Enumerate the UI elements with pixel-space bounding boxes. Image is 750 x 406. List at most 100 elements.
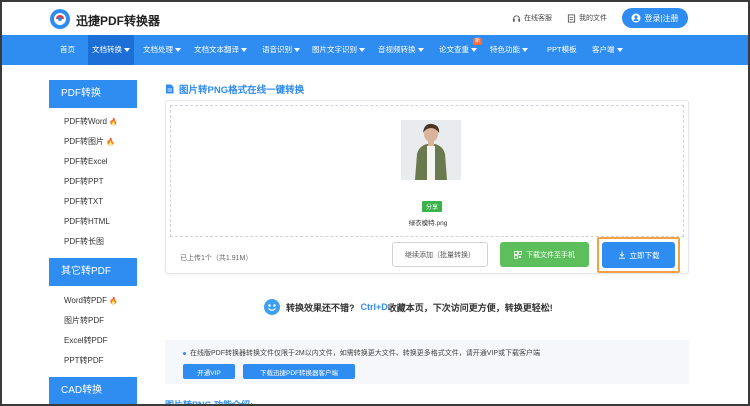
main-nav: 首页 文档转换 文档处理 文档文本翻译 语音识别 图片文字识别 音视频转换 论文… [2,35,748,65]
nav-label: 文档转换 [92,45,122,54]
sidebar-item-label: PDF转HTML [64,217,110,226]
nav-item-translate[interactable]: 文档文本翻译 [194,35,247,65]
sidebar-item-image-to-pdf[interactable]: 图片转PDF [64,315,104,326]
chevron-down-icon [417,48,424,53]
nav-label: 首页 [60,45,75,54]
sidebar-item-ppt-to-pdf[interactable]: PPT转PDF [64,355,104,366]
smiley-icon [264,299,280,315]
download-now-label: 立即下载 [629,250,660,260]
nav-item-ocr[interactable]: 图片文字识别 [312,35,365,65]
sidebar-item-label: PPT转PDF [64,356,104,365]
sidebar-item-label: PDF转图片 [64,137,104,146]
nav-item-ppt[interactable]: PPT模板 [547,35,577,65]
sidebar-section-pdf-convert[interactable]: PDF转换 [49,80,137,108]
continue-add-label: 继续添加（批量转换） [405,251,475,259]
download-to-phone-label: 下载文件至手机 [526,251,575,259]
download-icon [618,251,625,259]
page-title-text: 图片转PNG格式在线一键转换 [179,85,305,96]
chevron-down-icon [359,48,365,53]
nav-item-client[interactable]: 客户端 [592,35,623,65]
sidebar-section-other-to-pdf[interactable]: 其它转PDF [49,258,137,286]
browser-frame: 迅捷PDF转换器 在线客服 我的文件 登录|注册 首页 文档转换 文档处理 文档… [0,0,750,406]
nav-item-media[interactable]: 音视频转换 [378,35,424,65]
sidebar-item-pdf-to-html[interactable]: PDF转HTML [64,216,110,227]
chevron-down-icon [241,48,247,53]
online-service-link[interactable]: 在线客服 [512,13,552,23]
sidebar-item-pdf-to-excel[interactable]: PDF转Excel [64,156,108,167]
notice-text: 在线版PDF转换器转换文件仅限于2M以内文件，如需转换更大文件、转换更多格式文件… [190,350,541,357]
sidebar-item-pdf-to-txt[interactable]: PDF转TXT [64,196,103,207]
my-files-link[interactable]: 我的文件 [567,13,607,23]
sidebar-item-pdf-to-long-image[interactable]: PDF转长图 [64,236,104,247]
upload-panel: 分享 绿衣模特.png 已上传1个（共1.91M） 继续添加（批量转换） 下载文… [165,100,689,274]
nav-label: 音视频转换 [378,45,416,54]
user-icon [631,13,641,23]
nav-label: PPT模板 [547,45,577,54]
nav-item-features[interactable]: 特色功能 [490,35,528,65]
nav-label: 论文查重 [439,45,469,54]
continue-add-button[interactable]: 继续添加（批量转换） [392,242,488,267]
chevron-down-icon [294,48,300,53]
sidebar-item-label: PDF转Excel [64,157,108,166]
upload-status: 已上传1个（共1.91M） [180,255,253,262]
nav-item-home[interactable]: 首页 [60,35,75,65]
headset-icon [512,14,521,22]
chevron-down-icon [616,48,623,53]
sidebar-item-label: PDF转TXT [64,197,104,206]
nav-label: 客户端 [592,45,615,54]
chevron-down-icon [522,48,528,53]
file-name: 绿衣模特.png [408,220,448,227]
sidebar-item-label: PDF转PPT [64,177,104,186]
chevron-down-icon [471,48,477,53]
model-photo-image [401,120,461,180]
tip-shortcut: Ctrl+D [360,302,388,312]
sidebar-item-label: PDF转Word [64,117,107,126]
file-thumbnail[interactable] [401,120,461,180]
sidebar-item-pdf-to-word[interactable]: PDF转Word 🔥 [64,116,118,127]
file-icon [567,13,576,23]
nav-label: 语音识别 [262,45,292,54]
download-client-label: 下载迅捷PDF转换器客户端 [260,369,338,377]
page-title: 图片转PNG格式在线一键转换 [165,82,304,96]
nav-item-speech[interactable]: 语音识别 [262,35,300,65]
sidebar-item-label: Excel转PDF [64,336,108,345]
brand-name[interactable]: 迅捷PDF转换器 [76,12,160,29]
my-files-label: 我的文件 [579,15,607,22]
intro-title: 图片转PNG 功能介绍: [165,400,254,406]
open-vip-label: 开通VIP [197,369,221,377]
new-badge: 新 [473,38,483,45]
nav-label: 图片文字识别 [312,45,357,54]
sidebar-item-label: Word转PDF [64,296,107,305]
bookmark-tip: 转换效果还不错? Ctrl+D 收藏本页，下次访问更方便，转换更轻松! [264,299,553,315]
download-client-button[interactable]: 下载迅捷PDF转换器客户端 [243,364,355,379]
nav-item-doc-convert[interactable]: 文档转换 [88,35,134,65]
document-icon [166,84,174,94]
sidebar-item-label: PDF转长图 [64,237,104,246]
notice-line: 在线版PDF转换器转换文件仅限于2M以内文件，如需转换更大文件、转换更多格式文件… [183,348,540,358]
brand-logo-icon[interactable] [49,8,71,30]
nav-item-doc-process[interactable]: 文档处理 [143,35,181,65]
fire-icon: 🔥 [108,118,118,126]
fire-icon: 🔥 [106,138,115,146]
nav-label: 特色功能 [490,45,520,54]
file-dropzone[interactable]: 分享 绿衣模特.png [170,105,684,237]
tip-text-before: 转换效果还不错? [286,302,355,313]
nav-item-plagiarism[interactable]: 论文查重 [439,35,477,65]
sidebar-section-cad-convert[interactable]: CAD转换 [49,377,137,404]
top-bar: 迅捷PDF转换器 在线客服 我的文件 登录|注册 [2,2,748,35]
download-highlight-box: 立即下载 [597,237,680,273]
open-vip-button[interactable]: 开通VIP [183,364,235,379]
qr-code-icon [514,250,522,259]
download-now-button[interactable]: 立即下载 [602,242,675,268]
share-tag[interactable]: 分享 [422,201,443,212]
notice-box: 在线版PDF转换器转换文件仅限于2M以内文件，如需转换更大文件、转换更多格式文件… [165,340,689,384]
login-register-button[interactable]: 登录|注册 [622,8,688,28]
sidebar-item-pdf-to-ppt[interactable]: PDF转PPT [64,176,104,187]
nav-label: 文档处理 [143,45,173,54]
sidebar-item-pdf-to-image[interactable]: PDF转图片 🔥 [64,136,115,147]
nav-label: 文档文本翻译 [194,45,239,54]
sidebar-item-excel-to-pdf[interactable]: Excel转PDF [64,335,108,346]
chevron-down-icon [124,48,130,53]
download-to-phone-button[interactable]: 下载文件至手机 [500,242,589,267]
sidebar-item-word-to-pdf[interactable]: Word转PDF 🔥 [64,295,118,306]
